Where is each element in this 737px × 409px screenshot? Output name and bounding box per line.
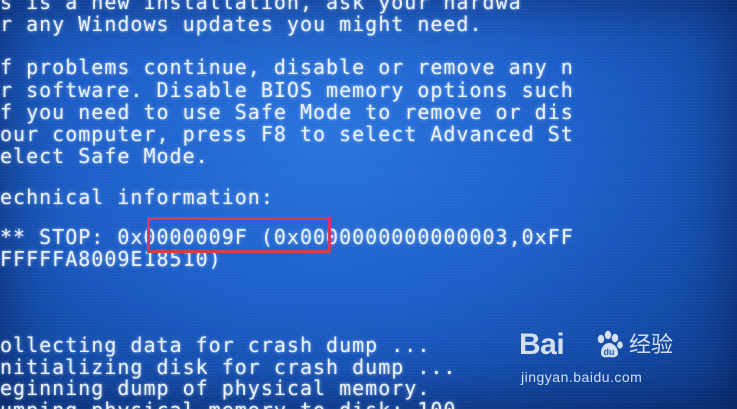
bsod-line-6: our computer, press F8 to select Advance… bbox=[0, 122, 574, 146]
stop-code-params-line: FFFFFA8009E18510) bbox=[0, 247, 222, 271]
jingyan-product-label: 经验 bbox=[629, 333, 674, 358]
baidu-logo-text-bai: Bai bbox=[519, 328, 565, 361]
crash-dump-line-4: umping physical memory to disk: 100 bbox=[0, 399, 456, 409]
bsod-screen: s is a new installation, ask your hardwa… bbox=[0, 0, 737, 409]
crash-dump-line-1: ollecting data for crash dump ... bbox=[0, 333, 431, 357]
crash-dump-line-2: nitializing disk for crash dump ... bbox=[0, 355, 457, 379]
baidu-paw-icon: du bbox=[597, 330, 623, 358]
bsod-line-3: f problems continue, disable or remove a… bbox=[0, 55, 574, 79]
watermark-url: jingyan.baidu.com bbox=[521, 369, 643, 385]
technical-information-heading: echnical information: bbox=[0, 185, 274, 209]
crash-dump-line-3: eginning dump of physical memory. bbox=[0, 376, 431, 400]
bsod-line-7: elect Safe Mode. bbox=[0, 144, 209, 168]
baidu-logo-text-du: du bbox=[604, 347, 615, 357]
bsod-line-5: f you need to use Safe Mode to remove or… bbox=[0, 100, 574, 124]
baidu-logo: Bai bbox=[519, 327, 565, 363]
bsod-line-2: r any Windows updates you might need. bbox=[0, 12, 483, 36]
bsod-line-4: r software. Disable BIOS memory options … bbox=[0, 78, 574, 102]
stop-code-line: ** STOP: 0x0000009F (0x0000000000000003,… bbox=[0, 225, 574, 249]
baidu-jingyan-watermark: Bai du 经验 jingyan.baidu.com bbox=[519, 327, 719, 399]
